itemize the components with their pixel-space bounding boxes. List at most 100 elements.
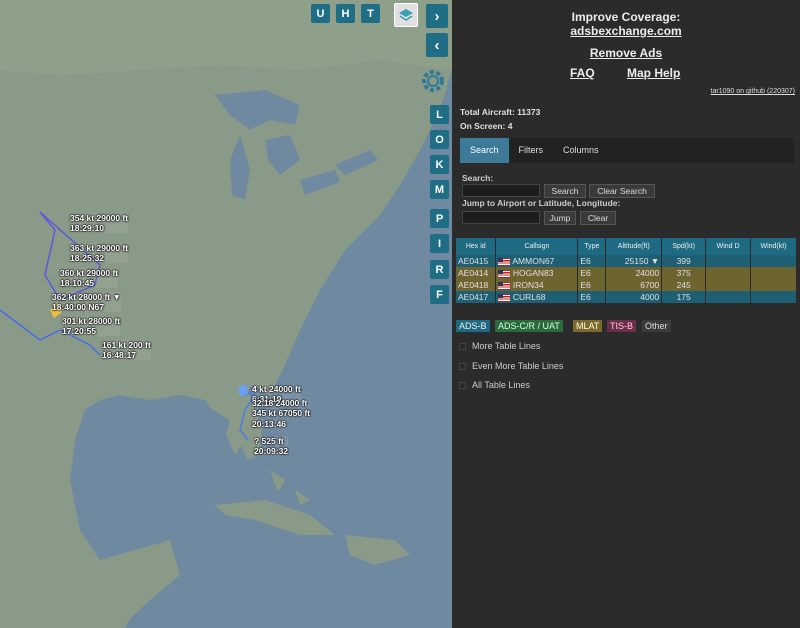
info-panel: Improve Coverage: adsbexchange.com Remov… [452, 0, 800, 628]
button-k[interactable]: K [430, 155, 449, 174]
callsign-text: IRON34 [512, 280, 544, 290]
legend-other[interactable]: Other [642, 320, 671, 332]
cell-wind-dir [705, 291, 752, 303]
col-type[interactable]: Type [577, 238, 607, 255]
button-i[interactable]: I [430, 234, 449, 253]
adsbexchange-link[interactable]: adsbexchange.com [452, 24, 800, 38]
clear-search-button[interactable]: Clear Search [589, 184, 655, 198]
callsign-text: CURL68 [512, 292, 546, 302]
cell-callsign: IRON34 [495, 279, 579, 291]
us-flag-icon [498, 293, 511, 302]
checkbox-label: All Table Lines [472, 380, 530, 390]
aircraft-label[interactable]: 354 kt 29000 ft 18:29:10 [70, 213, 129, 233]
legend-tisb[interactable]: TIS-B [607, 320, 637, 332]
cell-speed: 375 [661, 267, 707, 279]
table-row[interactable]: AE0418 IRON34 E6 6700 245 [456, 279, 797, 291]
checkbox-label: Even More Table Lines [472, 361, 564, 371]
jump-label: Jump to Airport or Latitude, Longitude: [462, 198, 621, 208]
button-f[interactable]: F [430, 285, 449, 304]
cell-altitude: 4000 [605, 291, 663, 303]
layer-button-h[interactable]: H [336, 4, 355, 23]
col-callsign[interactable]: Callsign [495, 238, 579, 255]
button-m[interactable]: M [430, 180, 449, 199]
jump-button[interactable]: Jump [544, 211, 576, 225]
cell-wind-kt [750, 291, 797, 303]
col-speed[interactable]: Spd(kt) [661, 238, 707, 255]
col-hex[interactable]: Hex id [456, 238, 497, 255]
aircraft-label[interactable]: 32.18 24000 ft 345 kt 67050 ft [252, 398, 311, 418]
button-l[interactable]: L [430, 105, 449, 124]
cell-type: E6 [577, 267, 607, 279]
cell-wind-kt [750, 279, 797, 291]
jump-input[interactable] [462, 211, 540, 224]
cell-altitude: 25150 ▼ [605, 255, 663, 267]
table-row[interactable]: AE0414 HOGAN83 E6 24000 375 [456, 267, 797, 279]
button-p[interactable]: P [430, 209, 449, 228]
layer-button-u[interactable]: U [311, 4, 330, 23]
callsign-text: AMMON67 [512, 256, 555, 266]
col-altitude[interactable]: Altitude(ft) [605, 238, 663, 255]
cell-altitude: 24000 [605, 267, 663, 279]
callsign-text: HOGAN83 [512, 268, 554, 278]
cell-wind-kt [750, 267, 797, 279]
total-aircraft: Total Aircraft: 11373 [460, 107, 541, 117]
cell-hex: AE0414 [456, 267, 497, 279]
cell-type: E6 [577, 255, 607, 267]
version-link[interactable]: tar1090 on github (220307) [711, 88, 795, 95]
layer-button-t[interactable]: T [361, 4, 380, 23]
table-row[interactable]: AE0417 CURL68 E6 4000 175 [456, 291, 797, 303]
tab-columns[interactable]: Columns [553, 138, 609, 163]
cell-wind-dir [705, 255, 752, 267]
cell-callsign: AMMON67 [495, 255, 579, 267]
faq-link[interactable]: FAQ [570, 66, 595, 80]
clear-button[interactable]: Clear [580, 211, 616, 225]
cell-wind-dir [705, 279, 752, 291]
cell-hex: AE0418 [456, 279, 497, 291]
tab-filters[interactable]: Filters [509, 138, 554, 163]
layers-icon[interactable] [394, 3, 418, 27]
us-flag-icon [498, 281, 511, 290]
button-r[interactable]: R [430, 260, 449, 279]
legend-adsc-uat[interactable]: ADS-C/R / UAT [495, 320, 563, 332]
cell-speed: 175 [661, 291, 707, 303]
legend-mlat[interactable]: MLAT [573, 320, 603, 332]
aircraft-label[interactable]: 363 kt 29000 ft 18:25:32 [70, 243, 129, 263]
aircraft-label[interactable]: 360 kt 29000 ft 18:10:45 [60, 268, 119, 288]
aircraft-label[interactable]: 301 kt 28000 ft 17:20:55 [62, 316, 121, 336]
chevron-right-icon[interactable]: › [426, 4, 448, 28]
us-flag-icon [498, 257, 511, 266]
all-table-lines-checkbox[interactable]: All Table Lines [459, 380, 530, 390]
map-view[interactable]: U H T › ‹ L O K M P I R F 354 kt 29000 f… [0, 0, 452, 628]
aircraft-label[interactable]: 362 kt 28000 ft ▼ 18:40:00 N67 [52, 292, 121, 312]
aircraft-label[interactable]: ? 525 ft 20:09:32 [254, 436, 289, 456]
search-input[interactable] [462, 184, 540, 197]
cell-wind-dir [705, 267, 752, 279]
aircraft-table: Hex id Callsign Type Altitude(ft) Spd(kt… [456, 238, 797, 303]
tab-bar: Search Filters Columns [460, 138, 794, 163]
cell-hex: AE0417 [456, 291, 497, 303]
cell-wind-kt [750, 255, 797, 267]
legend-adsb[interactable]: ADS-B [456, 320, 490, 332]
checkbox-label: More Table Lines [472, 341, 541, 351]
map-help-link[interactable]: Map Help [627, 66, 680, 80]
cell-type: E6 [577, 291, 607, 303]
cell-callsign: HOGAN83 [495, 267, 579, 279]
more-table-lines-checkbox[interactable]: More Table Lines [459, 341, 540, 351]
col-wind-dir[interactable]: Wind D [705, 238, 752, 255]
remove-ads-link[interactable]: Remove Ads [452, 46, 800, 60]
cell-callsign: CURL68 [495, 291, 579, 303]
chevron-left-icon[interactable]: ‹ [426, 33, 448, 57]
aircraft-label[interactable]: 161 kt 200 ft 16:48:17 [102, 340, 151, 360]
settings-gear-icon[interactable] [418, 66, 448, 96]
cell-type: E6 [577, 279, 607, 291]
search-button[interactable]: Search [544, 184, 586, 198]
cell-speed: 399 [661, 255, 707, 267]
on-screen-count: On Screen: 4 [460, 121, 513, 131]
col-wind-kt[interactable]: Wind(kt) [750, 238, 797, 255]
cell-speed: 245 [661, 279, 707, 291]
table-row[interactable]: AE0415 AMMON67 E6 25150 ▼ 399 [456, 255, 797, 267]
even-more-table-lines-checkbox[interactable]: Even More Table Lines [459, 361, 563, 371]
button-o[interactable]: O [430, 130, 449, 149]
aircraft-label[interactable]: 20:13:46 [252, 419, 287, 429]
tab-search[interactable]: Search [460, 138, 509, 163]
